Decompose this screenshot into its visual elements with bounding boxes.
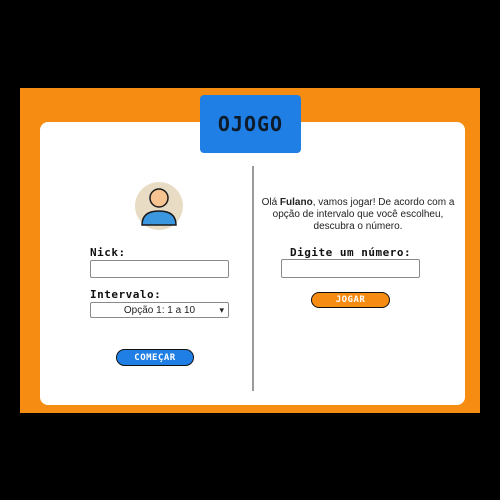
player-name: Fulano	[279, 197, 313, 208]
number-input[interactable]	[281, 259, 420, 278]
interval-select[interactable]: Opção 1: 1 a 10 ▾	[90, 302, 229, 318]
interval-label: Intervalo:	[90, 288, 162, 301]
play-button[interactable]: JOGAR	[311, 292, 390, 308]
number-label: Digite um número:	[290, 246, 412, 259]
game-logo: OJOGO	[200, 95, 301, 153]
chevron-down-icon: ▾	[219, 305, 224, 315]
logo-text: OJOGO	[217, 112, 284, 136]
greeting-prefix: Olá	[261, 197, 280, 208]
user-avatar-icon	[135, 182, 183, 230]
nick-label: Nick:	[90, 246, 126, 259]
interval-selected-value: Opção 1: 1 a 10	[123, 304, 196, 316]
play-button-label: JOGAR	[335, 295, 366, 305]
start-button-label: COMEÇAR	[134, 352, 176, 363]
nick-input[interactable]	[90, 260, 229, 278]
greeting-message: Olá Fulano, vamos jogar! De acordo com a…	[258, 197, 458, 233]
start-button[interactable]: COMEÇAR	[116, 349, 194, 366]
section-divider	[252, 166, 254, 391]
